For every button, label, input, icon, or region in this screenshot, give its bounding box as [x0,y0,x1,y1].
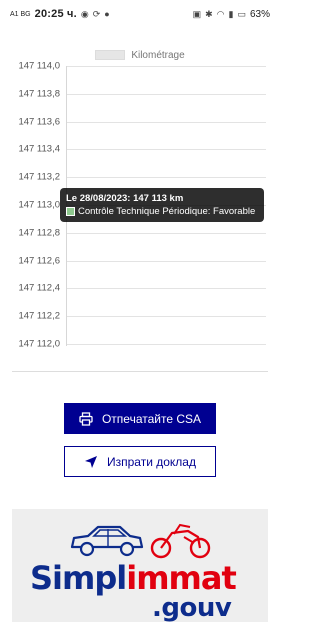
battery-icon: ▭ [237,8,246,19]
y-tick-label: 147 112,6 [18,255,60,267]
y-tick-label: 147 113,2 [18,171,60,183]
gridline [66,260,266,262]
gridline [66,177,266,179]
logo-gouv-text: .gouv [152,593,232,622]
app-notification-icon: ● [104,9,110,19]
status-left: A1 BG 20:25 ч. ◉ ⟳ ● [10,8,110,20]
logo-text-part2: immat [126,559,237,597]
status-bar: A1 BG 20:25 ч. ◉ ⟳ ● ▣ ✱ ◠ ▮ ▭ 63% [0,0,280,28]
y-tick-label: 147 114,0 [18,60,60,72]
y-tick-label: 147 112,8 [18,227,60,239]
y-tick-label: 147 112,2 [18,310,60,322]
print-csa-label: Отпечатайте CSA [101,411,202,426]
gridline [66,121,266,123]
wifi-icon: ◠ [216,8,225,19]
sync-icon: ⟳ [92,8,101,19]
status-time: 20:25 ч. [34,8,77,20]
gridline [66,316,266,318]
logo-text-part1: Simpl [30,559,127,597]
status-right: ▣ ✱ ◠ ▮ ▭ 63% [193,9,270,20]
motorcycle-icon [150,523,211,559]
tooltip-line: Contrôle Technique Périodique: Favorable [78,206,256,217]
section-divider [12,371,268,372]
gridline [66,232,266,234]
y-tick-label: 147 113,0 [18,199,60,211]
tooltip-row: Contrôle Technique Périodique: Favorable [66,205,258,218]
gridline [66,149,266,151]
y-tick-label: 147 113,8 [18,88,60,100]
tooltip-title: Le 28/08/2023: 147 113 km [66,193,184,204]
y-tick-label: 147 112,0 [18,338,60,350]
gridline [66,93,266,95]
send-report-label: Изпрати доклад [107,454,196,469]
nfc-icon: ▣ [192,8,202,19]
signal-icon: ▮ [228,8,234,19]
carrier-label: A1 BG [10,10,31,18]
y-tick-label: 147 112,4 [18,282,60,294]
legend-label: Kilométrage [131,49,185,61]
mileage-chart[interactable]: Kilométrage 147 114,0 147 113,8 147 113,6 1… [0,36,280,366]
bluetooth-icon: ✱ [205,8,213,19]
gridline [66,344,266,345]
car-icon [70,525,144,557]
send-icon [85,455,97,468]
y-tick-label: 147 113,4 [18,143,60,155]
print-csa-button[interactable]: Отпечатайте CSA [64,403,216,434]
printer-icon [79,411,93,426]
y-tick-label: 147 113,6 [18,116,60,128]
notification-icon: ◉ [80,8,89,19]
logo-wordmark: Simplimmat [30,561,268,595]
battery-percent: 63% [249,8,270,20]
simplimmat-logo: Simplimmat .gouv [12,509,268,622]
gridline [66,288,266,290]
legend-swatch [95,50,126,60]
tooltip-swatch [66,207,75,216]
send-report-button[interactable]: Изпрати доклад [64,446,216,477]
chart-tooltip: Le 28/08/2023: 147 113 km Contrôle Techn… [60,188,264,222]
gridline [66,66,266,67]
